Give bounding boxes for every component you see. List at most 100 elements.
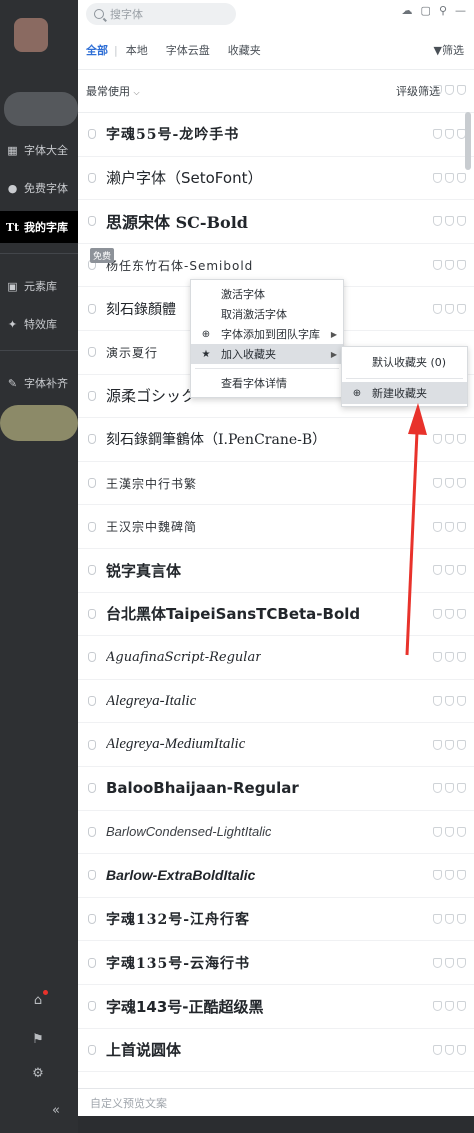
flag-icon[interactable]: ⚑ [30,1031,46,1047]
sidebar-item-free-fonts[interactable]: ● 免费字体 [0,172,78,204]
rating-shields[interactable] [433,696,466,707]
cloud-icon[interactable]: ☁ [402,4,413,17]
rating-shields[interactable] [433,478,466,489]
tab-favorites[interactable]: 收藏夹 [228,42,261,58]
shield-icon[interactable] [88,870,96,881]
rating-shields[interactable] [433,608,466,619]
sidebar-item-effects[interactable]: ✦ 特效库 [0,308,78,340]
shield-icon [457,957,466,968]
sidebar-item-font-fill[interactable]: ✎ 字体补齐 [0,367,78,399]
scrollbar[interactable] [465,112,471,170]
shield-icon[interactable] [88,172,96,183]
submenu-item-new-folder[interactable]: ⊕ 新建收藏夹 [342,382,467,404]
shield-icon[interactable] [88,565,96,576]
menu-item-activate[interactable]: 激活字体 [191,284,343,304]
shield-icon[interactable] [88,303,96,314]
shield-icon[interactable] [88,434,96,445]
rating-shields[interactable] [433,870,466,881]
rating-shields[interactable] [433,521,466,532]
minimize-icon[interactable]: — [455,4,466,17]
shield-icon[interactable] [88,390,96,401]
font-row[interactable]: 王漢宗中行书繁 [78,462,474,506]
shield-icon[interactable] [88,957,96,968]
filter-button[interactable]: ▼筛选 [434,42,464,58]
rating-shields[interactable] [433,914,466,925]
shield-icon[interactable] [88,129,96,140]
menu-item-font-details[interactable]: 查看字体详情 [191,373,343,393]
sidebar-item-all-fonts[interactable]: ▦ 字体大全 [0,134,78,166]
rating-shields[interactable] [433,1044,466,1055]
sidebar-item-my-fonts[interactable]: Tt 我的字库 [0,211,78,243]
font-row[interactable]: BalooBhaijaan-Regular [78,767,474,811]
tab-cloud[interactable]: 字体云盘 [166,42,210,58]
font-row[interactable]: 思源宋体 SC-Bold [78,200,474,244]
rating-shields[interactable] [433,565,466,576]
rating-shields[interactable] [433,1001,466,1012]
sidebar-item-elements[interactable]: ▣ 元素库 [0,270,78,302]
font-row[interactable]: 字魂55号-龙吟手书 [78,113,474,157]
shield-icon[interactable] [88,347,96,358]
rating-shields[interactable] [433,783,466,794]
font-row[interactable]: 字魂143号-正酷超级黑 [78,985,474,1029]
rating-shields[interactable] [433,434,466,445]
menu-item-add-to-favorites[interactable]: ★ 加入收藏夹 ▶ [191,344,343,364]
tab-all[interactable]: 全部 [86,42,108,58]
shield-icon[interactable] [88,1044,96,1055]
shield-icon[interactable] [88,914,96,925]
font-row[interactable]: 锐字真言体 [78,549,474,593]
rating-shields[interactable] [433,303,466,314]
shield-icon [433,303,442,314]
gear-icon[interactable]: ⚙ [30,1065,46,1081]
font-row[interactable]: Barlow-ExtraBoldItalic [78,854,474,898]
collapse-icon[interactable]: « [48,1102,64,1118]
font-row[interactable]: BarlowCondensed-LightItalic [78,811,474,855]
promo-banner[interactable] [0,405,78,441]
context-menu: 激活字体 取消激活字体 ⊕ 字体添加到团队字库 ▶ ★ 加入收藏夹 ▶ 查看字体… [190,279,344,398]
menu-item-add-to-team[interactable]: ⊕ 字体添加到团队字库 ▶ [191,324,343,344]
shield-icon[interactable] [88,478,96,489]
shield-icon[interactable] [88,608,96,619]
sort-dropdown[interactable]: 最常使用 ⌵ [86,83,140,99]
shield-icon [445,608,454,619]
font-row[interactable]: 台北黑体TaipeiSansTCBeta-Bold [78,593,474,637]
shield-icon [433,739,442,750]
shield-icon[interactable] [88,216,96,227]
avatar[interactable] [14,18,48,52]
font-row[interactable]: 上首说圆体 [78,1029,474,1073]
rating-shields[interactable] [433,129,466,140]
font-row[interactable]: 濑户字体（SetoFont） [78,157,474,201]
font-row[interactable]: 王汉宗中魏碑简 [78,505,474,549]
font-row[interactable]: Alegreya-MediumItalic [78,723,474,767]
shield-icon[interactable] [88,826,96,837]
shield-icon[interactable] [88,696,96,707]
rating-shields[interactable] [433,826,466,837]
shield-icon[interactable] [88,652,96,663]
gift-icon[interactable]: ⌂ [30,990,48,1008]
submenu-item-default-folder[interactable]: 默认收藏夹 (0) [342,349,467,375]
rating-shields[interactable] [433,652,466,663]
search-input[interactable]: 搜字体 [86,3,236,25]
font-row[interactable]: 刻石錄鋼筆鶴体（I.PenCrane-B） [78,418,474,462]
shield-icon[interactable] [88,739,96,750]
rating-shields[interactable] [433,957,466,968]
pin-icon[interactable]: ⚲ [439,4,447,17]
menu-item-deactivate[interactable]: 取消激活字体 [191,304,343,324]
rating-shields[interactable] [433,172,466,183]
rating-shields[interactable] [433,260,466,271]
rating-shields[interactable] [433,216,466,227]
shield-icon [433,696,442,707]
font-row[interactable]: 字魂135号-云海行书 [78,941,474,985]
shield-icon[interactable] [88,521,96,532]
tab-local[interactable]: 本地 [126,42,148,58]
rating-shields[interactable] [433,739,466,750]
image-icon: ▣ [7,279,18,293]
rating-shields[interactable] [433,85,466,95]
message-icon[interactable]: ▢ [421,4,431,17]
font-row[interactable]: Alegreya-Italic [78,680,474,724]
font-row[interactable]: 字魂132号-江舟行客 [78,898,474,942]
font-name: 台北黑体TaipeiSansTCBeta-Bold [106,605,361,624]
font-row[interactable]: AguafinaScript-Regular [78,636,474,680]
preview-text-input[interactable]: 自定义预览文案 [78,1088,474,1116]
shield-icon[interactable] [88,1001,96,1012]
shield-icon[interactable] [88,783,96,794]
